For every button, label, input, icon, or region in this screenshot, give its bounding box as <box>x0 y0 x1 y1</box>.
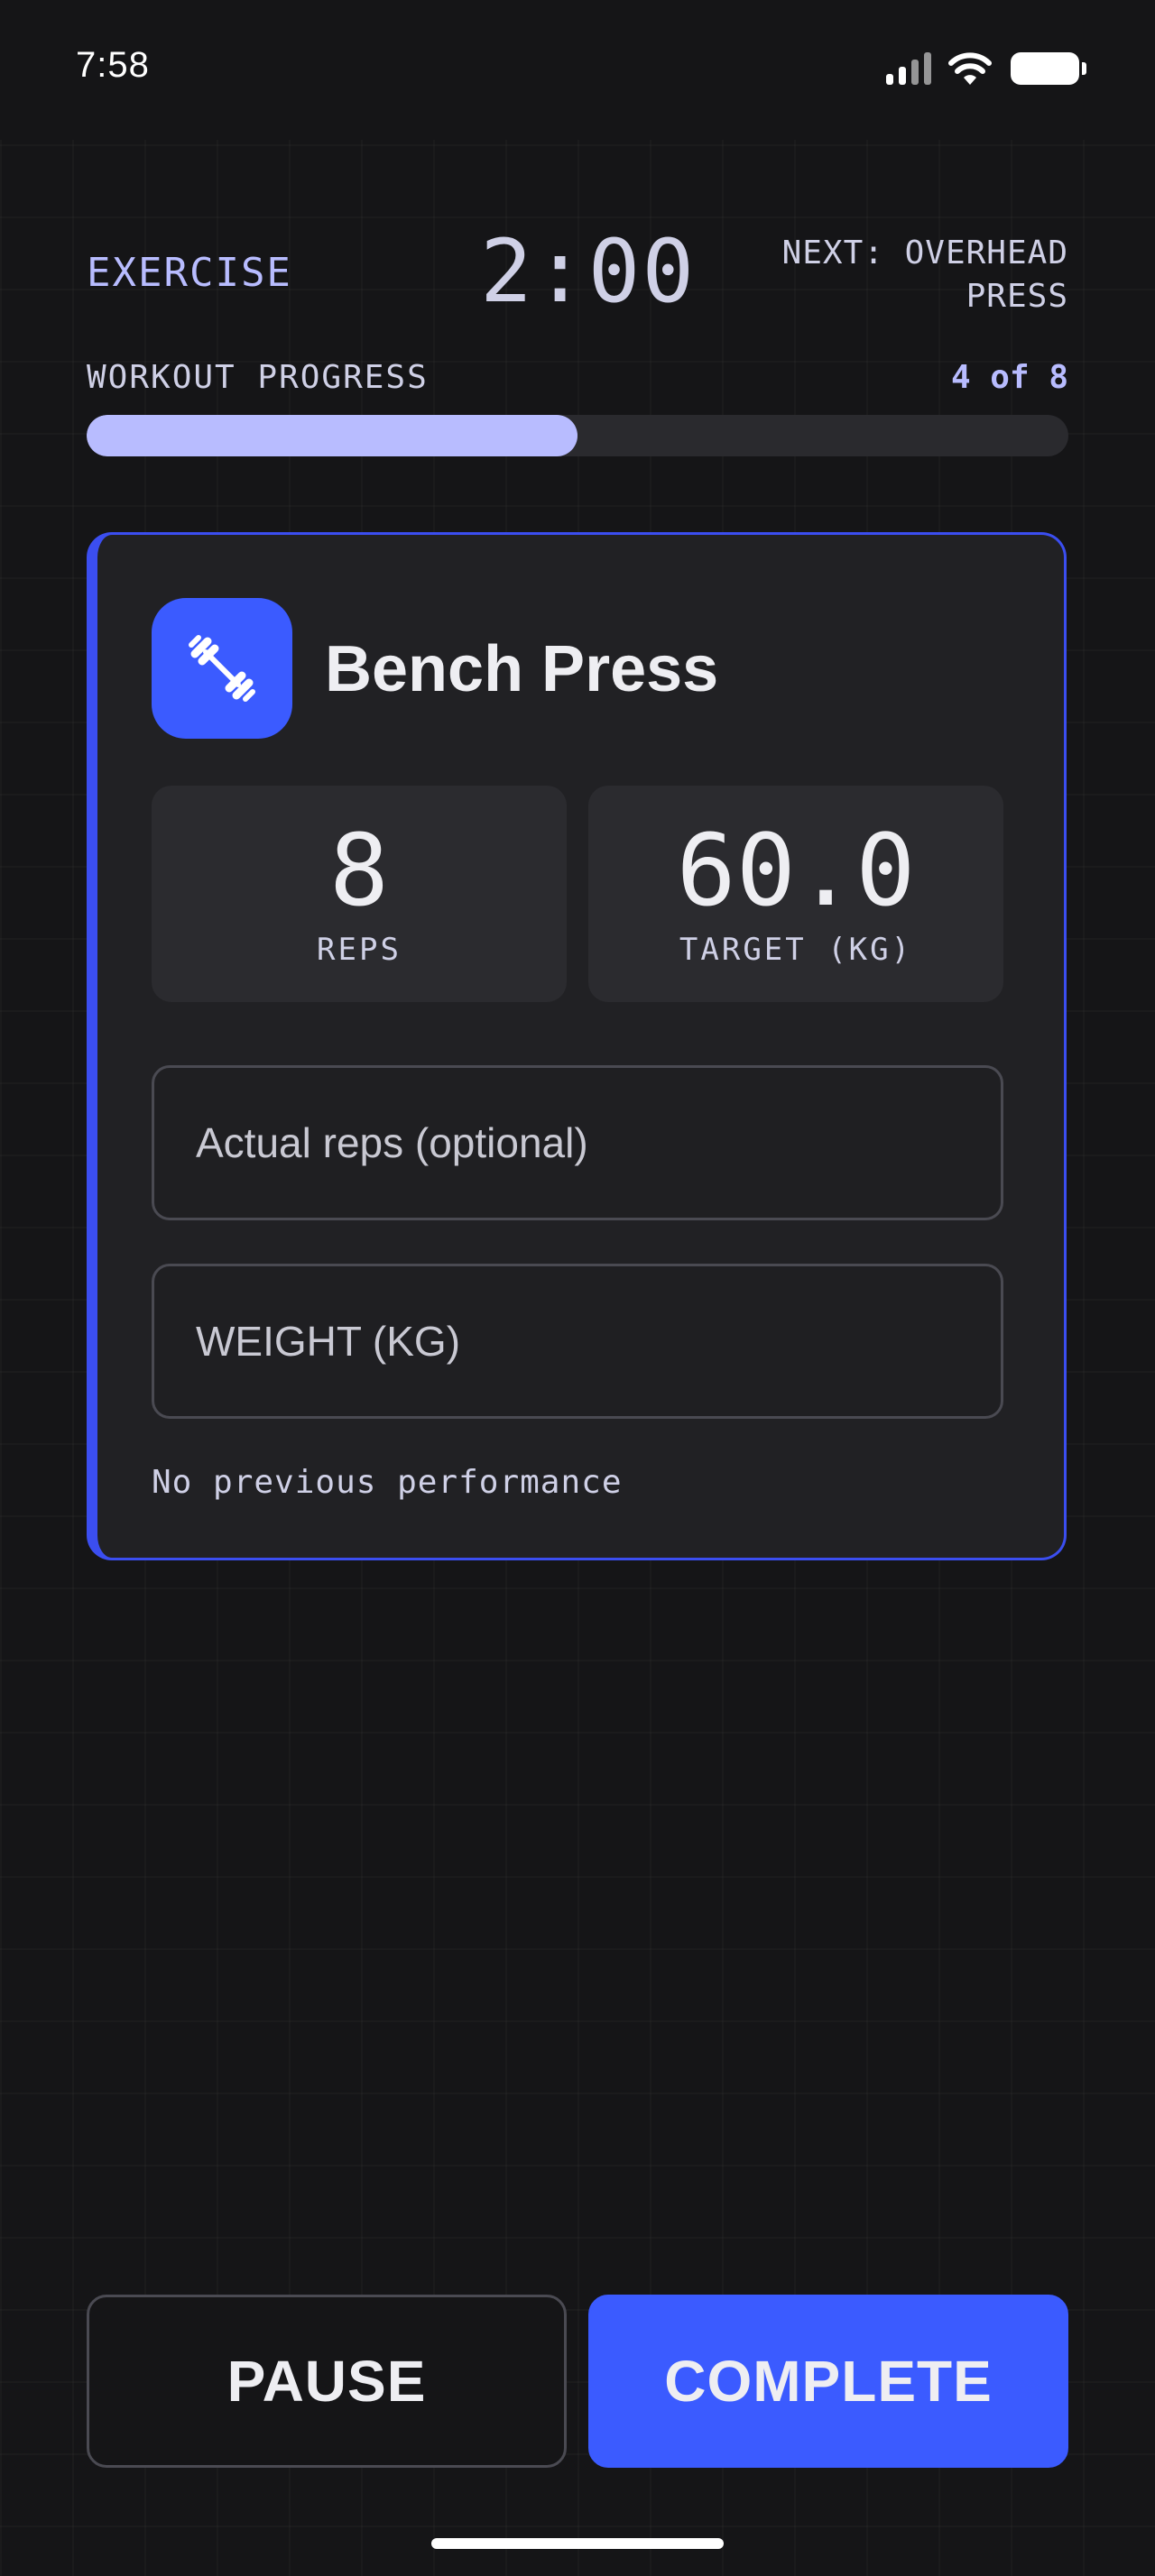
workout-progress: WORKOUT PROGRESS 4 of 8 <box>87 359 1068 456</box>
target-weight-value: 60.0 <box>676 813 916 928</box>
reps-stat: 8 REPS <box>152 786 567 1002</box>
progress-title: WORKOUT PROGRESS <box>87 359 429 396</box>
target-weight-stat: 60.0 TARGET (KG) <box>588 786 1003 1002</box>
status-icons <box>881 49 1086 88</box>
dumbbell-icon <box>152 598 292 739</box>
wifi-icon <box>948 52 992 85</box>
rest-timer: 2:00 <box>480 221 697 322</box>
exercise-label: EXERCISE <box>87 250 292 296</box>
complete-button[interactable]: COMPLETE <box>588 2295 1068 2468</box>
status-time: 7:58 <box>76 45 150 85</box>
battery-icon <box>1011 52 1086 85</box>
reps-value: 8 <box>328 813 390 928</box>
reps-label: REPS <box>317 932 402 968</box>
status-bar: 7:58 <box>0 0 1155 140</box>
home-indicator[interactable] <box>431 2538 724 2549</box>
pause-button[interactable]: PAUSE <box>87 2295 567 2468</box>
exercise-title: Bench Press <box>325 633 719 705</box>
exercise-card: Bench Press 8 REPS 60.0 TARGET (KG) No p… <box>87 532 1067 1560</box>
cellular-signal-icon <box>886 49 940 88</box>
workout-header: EXERCISE 2:00 NEXT: OVERHEAD PRESS <box>87 221 1068 329</box>
progress-fill <box>87 415 578 456</box>
weight-input[interactable] <box>152 1264 1003 1419</box>
actual-reps-input[interactable] <box>152 1065 1003 1220</box>
progress-track <box>87 415 1068 456</box>
target-weight-label: TARGET (KG) <box>679 932 913 968</box>
previous-performance: No previous performance <box>152 1464 623 1501</box>
next-exercise-label: NEXT: OVERHEAD PRESS <box>781 235 1068 315</box>
progress-count: 4 of 8 <box>950 359 1068 396</box>
